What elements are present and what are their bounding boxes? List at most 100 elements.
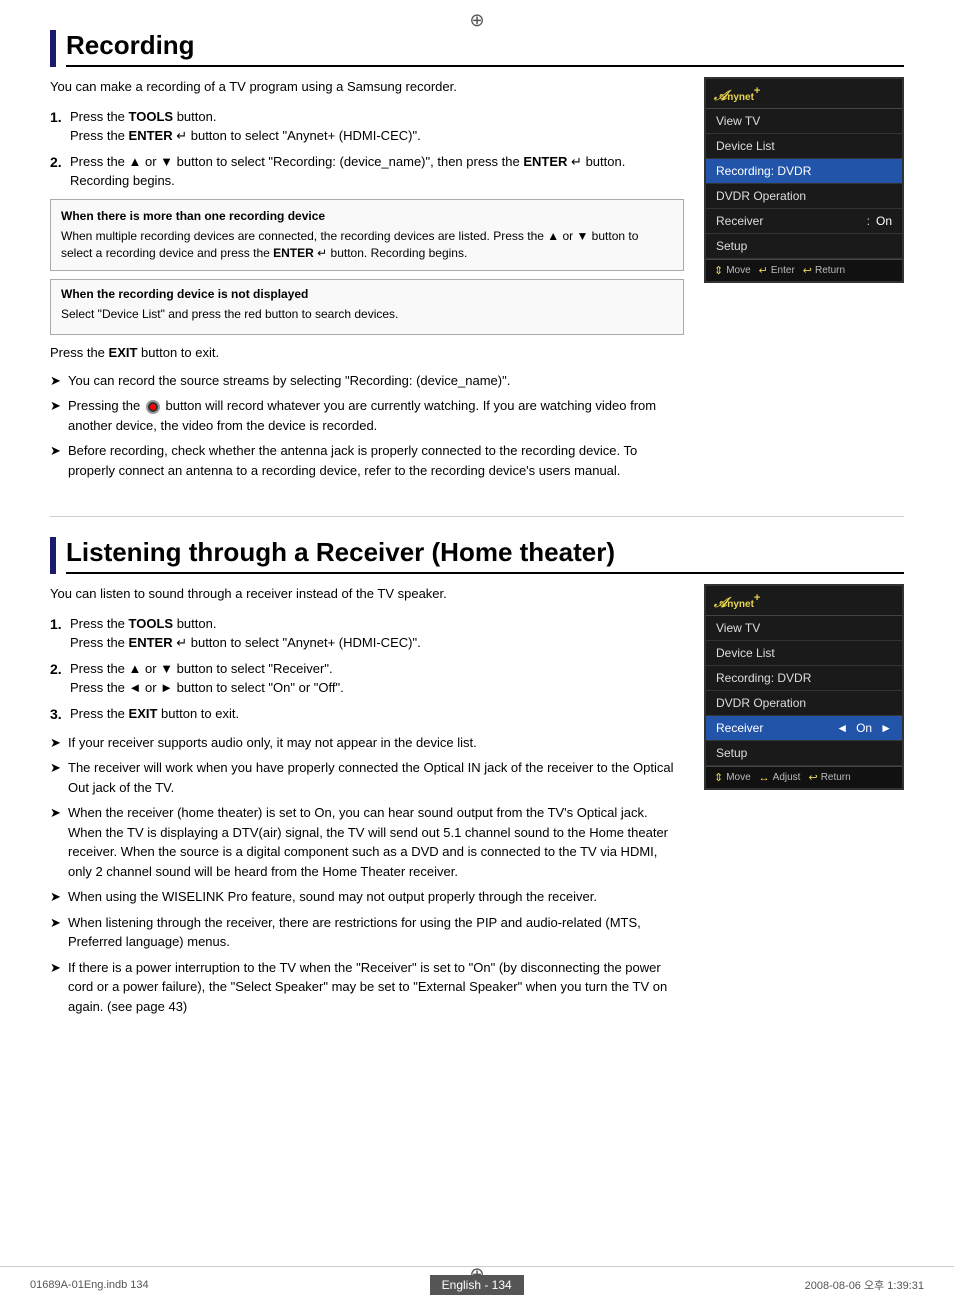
recording-bullet-3: ➤ Before recording, check whether the an… bbox=[50, 441, 684, 480]
recording-note2-body: Select "Device List" and press the red b… bbox=[61, 306, 673, 323]
receiver-text: You can listen to sound through a receiv… bbox=[50, 584, 684, 1022]
receiver-bullet-5-text: When listening through the receiver, the… bbox=[68, 913, 684, 952]
recording-menu-dvdr-operation: DVDR Operation bbox=[706, 184, 902, 209]
receiver-bullet-1: ➤ If your receiver supports audio only, … bbox=[50, 733, 684, 753]
page-wrapper: ⊕ Recording You can make a recording of … bbox=[0, 0, 954, 1315]
recording-footer-return: ↩ Return bbox=[803, 264, 845, 277]
receiver-menu-view-tv: View TV bbox=[706, 616, 902, 641]
recording-steps: 1. Press the TOOLS button. Press the ENT… bbox=[50, 107, 684, 191]
recording-note1: When there is more than one recording de… bbox=[50, 199, 684, 271]
recording-footer-move: ⇕ Move bbox=[714, 264, 751, 277]
recording-menu-device-list: Device List bbox=[706, 134, 902, 159]
step1-enter-icon: ↵ bbox=[176, 128, 187, 143]
receiver-bullet-6-text: If there is a power interruption to the … bbox=[68, 958, 684, 1017]
step1-enter-bold: ENTER bbox=[129, 128, 173, 143]
receiver-bullet-arrow-5: ➤ bbox=[50, 913, 68, 933]
recording-content: You can make a recording of a TV program… bbox=[50, 77, 904, 486]
receiver-step2-text: Press the ▲ or ▼ button to select "Recei… bbox=[70, 659, 344, 698]
receiver-step1-text: Press the TOOLS button. Press the ENTER … bbox=[70, 614, 421, 653]
receiver-menu-left-arrow: ◄ bbox=[836, 721, 848, 735]
receiver-content: You can listen to sound through a receiv… bbox=[50, 584, 904, 1022]
recording-bullets: ➤ You can record the source streams by s… bbox=[50, 371, 684, 481]
note1-enter-bold: ENTER bbox=[273, 246, 314, 260]
recording-note1-body: When multiple recording devices are conn… bbox=[61, 228, 673, 262]
receiver-intro: You can listen to sound through a receiv… bbox=[50, 584, 684, 604]
recording-menu-receiver: Receiver : On bbox=[706, 209, 902, 234]
receiver-footer-return: ↩ Return bbox=[808, 771, 850, 784]
receiver-tv-menu: 𝒜nynet+ View TV Device List Recording: D… bbox=[704, 584, 904, 790]
receiver-step3-text: Press the EXIT button to exit. bbox=[70, 704, 239, 724]
receiver-bullet-5: ➤ When listening through the receiver, t… bbox=[50, 913, 684, 952]
bullet-arrow-1: ➤ bbox=[50, 371, 68, 391]
receiver-step-2: 2. Press the ▲ or ▼ button to select "Re… bbox=[50, 659, 684, 698]
receiver-menu-brand: 𝒜nynet bbox=[714, 594, 754, 610]
receiver-blue-bar bbox=[50, 537, 56, 574]
bottom-crosshair-decoration: ⊕ bbox=[469, 1264, 484, 1285]
receiver-menu-footer: ⇕ Move ↔ Adjust ↩ Return bbox=[706, 766, 902, 788]
receiver-menu-recording-dvdr: Recording: DVDR bbox=[706, 666, 902, 691]
recording-menu-receiver-label: Receiver bbox=[716, 214, 861, 228]
recording-menu-receiver-colon: : bbox=[867, 214, 870, 228]
receiver-step2-num: 2. bbox=[50, 659, 70, 680]
receiver-menu-setup: Setup bbox=[706, 741, 902, 766]
bullet-arrow-2: ➤ bbox=[50, 396, 68, 416]
recording-step-1: 1. Press the TOOLS button. Press the ENT… bbox=[50, 107, 684, 146]
receiver-section: Listening through a Receiver (Home theat… bbox=[50, 537, 904, 1022]
bullet-arrow-3: ➤ bbox=[50, 441, 68, 461]
step1-text: Press the TOOLS button. Press the ENTER … bbox=[70, 107, 421, 146]
receiver-bullet-arrow-6: ➤ bbox=[50, 958, 68, 978]
receiver-move-label: Move bbox=[726, 772, 750, 783]
recording-title-bar: Recording bbox=[50, 30, 904, 67]
section-divider bbox=[50, 516, 904, 517]
recording-move-icon: ⇕ bbox=[714, 264, 723, 277]
top-crosshair-decoration: ⊕ bbox=[469, 10, 484, 31]
note1-enter-icon: ↵ bbox=[317, 246, 327, 260]
recording-enter-label: Enter bbox=[771, 265, 795, 276]
step2-text: Press the ▲ or ▼ button to select "Recor… bbox=[70, 152, 684, 191]
receiver-title: Listening through a Receiver (Home theat… bbox=[66, 537, 904, 574]
receiver-bullet-6: ➤ If there is a power interruption to th… bbox=[50, 958, 684, 1017]
receiver-return-label: Return bbox=[821, 772, 851, 783]
record-dot-icon bbox=[146, 400, 160, 414]
receiver-menu-receiver-label: Receiver bbox=[716, 721, 836, 735]
receiver-return-icon: ↩ bbox=[808, 771, 817, 784]
receiver-adjust-icon: ↔ bbox=[759, 772, 770, 784]
recording-intro: You can make a recording of a TV program… bbox=[50, 77, 684, 97]
recording-enter-icon: ↵ bbox=[759, 264, 768, 277]
recording-note2-title: When the recording device is not display… bbox=[61, 286, 673, 303]
receiver-adjust-label: Adjust bbox=[773, 772, 801, 783]
receiver-title-bar: Listening through a Receiver (Home theat… bbox=[50, 537, 904, 574]
recording-menu-footer: ⇕ Move ↵ Enter ↩ Return bbox=[706, 259, 902, 281]
recording-note1-title: When there is more than one recording de… bbox=[61, 208, 673, 225]
recording-section: Recording You can make a recording of a … bbox=[50, 30, 904, 486]
recording-menu-brand: 𝒜nynet bbox=[714, 87, 754, 103]
recording-bullet-2-text: Pressing the button will record whatever… bbox=[68, 396, 684, 435]
receiver-step1-num: 1. bbox=[50, 614, 70, 635]
step2-enter-icon: ↵ bbox=[571, 154, 582, 169]
step1-tools-bold: TOOLS bbox=[129, 109, 174, 124]
step2-num: 2. bbox=[50, 152, 70, 173]
receiver-footer-move: ⇕ Move bbox=[714, 771, 751, 784]
recording-exit-text: Press the EXIT button to exit. bbox=[50, 343, 684, 363]
recording-bullet-3-text: Before recording, check whether the ante… bbox=[68, 441, 684, 480]
receiver-menu-receiver: Receiver ◄ On ► bbox=[706, 716, 902, 741]
recording-step-2: 2. Press the ▲ or ▼ button to select "Re… bbox=[50, 152, 684, 191]
receiver-bullet-2-text: The receiver will work when you have pro… bbox=[68, 758, 684, 797]
receiver-bullet-4-text: When using the WISELINK Pro feature, sou… bbox=[68, 887, 597, 907]
receiver-menu-dvdr-operation: DVDR Operation bbox=[706, 691, 902, 716]
recording-menu-plus: + bbox=[754, 85, 760, 97]
recording-note2: When the recording device is not display… bbox=[50, 279, 684, 336]
receiver-step1-tools-bold: TOOLS bbox=[129, 616, 174, 631]
bottom-right-text: 2008-08-06 오후 1:39:31 bbox=[805, 1277, 924, 1293]
receiver-bullet-arrow-1: ➤ bbox=[50, 733, 68, 753]
receiver-menu-receiver-value: On bbox=[856, 721, 872, 735]
recording-blue-bar bbox=[50, 30, 56, 67]
receiver-bullet-2: ➤ The receiver will work when you have p… bbox=[50, 758, 684, 797]
recording-menu-setup: Setup bbox=[706, 234, 902, 259]
receiver-menu-plus: + bbox=[754, 592, 760, 604]
receiver-bullets: ➤ If your receiver supports audio only, … bbox=[50, 733, 684, 1017]
recording-menu-view-tv: View TV bbox=[706, 109, 902, 134]
recording-title: Recording bbox=[66, 30, 904, 67]
receiver-menu-device-list: Device List bbox=[706, 641, 902, 666]
receiver-bullet-1-text: If your receiver supports audio only, it… bbox=[68, 733, 477, 753]
